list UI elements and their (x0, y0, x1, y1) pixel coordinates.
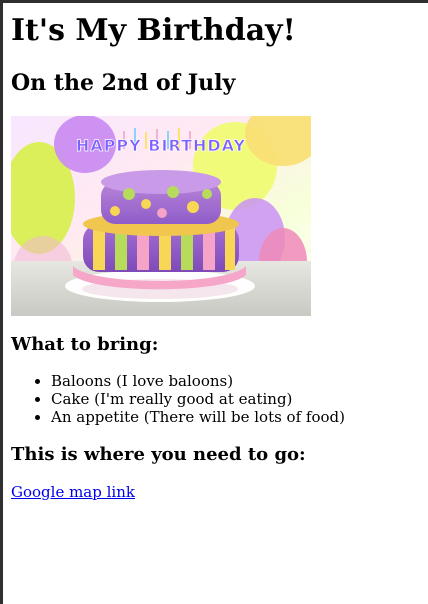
cake-top-surface (101, 170, 221, 194)
cake-dot (202, 189, 212, 199)
page-title: It's My Birthday! (11, 13, 296, 48)
cake-dot (123, 188, 135, 200)
browser-viewport: It's My Birthday! On the 2nd of July HAP… (0, 0, 428, 604)
cake-dot (110, 206, 120, 216)
google-map-link[interactable]: Google map link (11, 483, 135, 501)
cake-stripe (225, 228, 235, 270)
list-item: An appetite (There will be lots of food) (51, 408, 428, 426)
list-item: Cake (I'm really good at eating) (51, 390, 428, 408)
birthday-cake-image: HAPPY BIRTHDAY (11, 116, 311, 316)
cake-dot (157, 208, 167, 218)
bring-list: Baloons (I love baloons) Cake (I'm reall… (11, 372, 428, 426)
page-subtitle: On the 2nd of July (11, 70, 236, 96)
list-item: Baloons (I love baloons) (51, 372, 428, 390)
cake-topper-text: HAPPY BIRTHDAY (76, 136, 246, 155)
cake-stripe (93, 228, 105, 270)
cake-dot (141, 199, 151, 209)
cake-stripe (203, 228, 215, 270)
cake-dot (187, 201, 199, 213)
what-to-bring-heading: What to bring: (11, 334, 159, 355)
page-content: It's My Birthday! On the 2nd of July HAP… (3, 3, 428, 501)
where-heading: This is where you need to go: (11, 444, 306, 465)
cake-dot (167, 186, 179, 198)
